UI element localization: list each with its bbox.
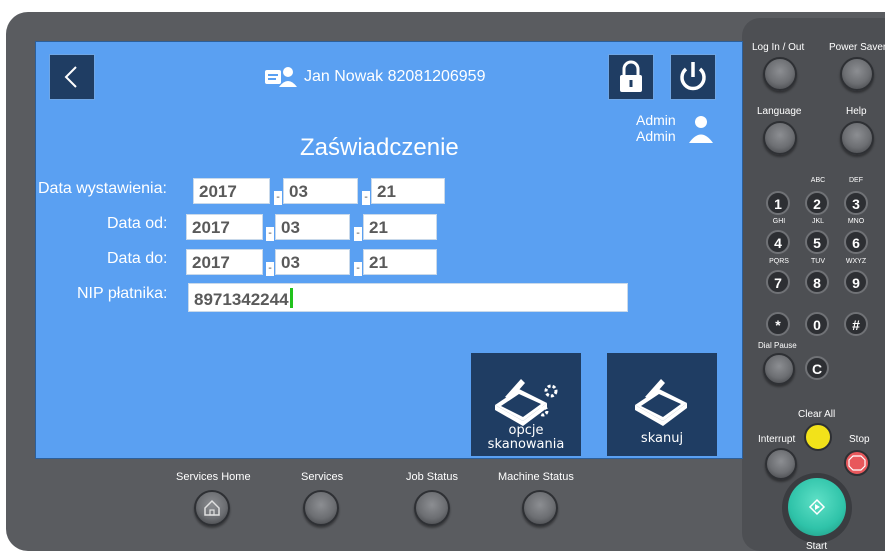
- issue-date-day-field[interactable]: 21: [371, 178, 445, 204]
- help-button[interactable]: [840, 121, 874, 155]
- power-button[interactable]: [670, 54, 716, 100]
- services-home-label: Services Home: [176, 471, 251, 483]
- dial-pause-label: Dial Pause: [758, 341, 797, 350]
- log-in-out-button[interactable]: [763, 57, 797, 91]
- power-saver-button[interactable]: [840, 57, 874, 91]
- key-clear-c[interactable]: C: [805, 356, 829, 380]
- start-icon: [808, 498, 826, 516]
- start-label: Start: [806, 541, 828, 552]
- date-from-label: Data od:: [107, 215, 168, 232]
- key-3-letters: DEF: [849, 177, 863, 184]
- separator: -: [266, 227, 274, 241]
- services-label: Services: [301, 471, 344, 483]
- services-button[interactable]: [303, 490, 339, 526]
- key-hash[interactable]: #: [844, 312, 868, 336]
- scan-options-label-line1: opcje: [508, 423, 544, 438]
- date-to-day-field[interactable]: 21: [363, 249, 437, 275]
- date-to-year-field[interactable]: 2017: [186, 249, 263, 275]
- key-4-letters: GHI: [772, 218, 786, 225]
- scan-label: skanuj: [640, 431, 684, 446]
- start-button[interactable]: [788, 478, 846, 536]
- power-icon: [680, 62, 706, 91]
- admin-line-1: Admin: [636, 112, 676, 128]
- key-9-letters: WXYZ: [845, 258, 867, 265]
- admin-user-icon: [689, 116, 713, 143]
- key-5-letters: JKL: [811, 218, 825, 225]
- key-5[interactable]: 5: [805, 230, 829, 254]
- interrupt-button[interactable]: [765, 448, 797, 480]
- stop-button[interactable]: [844, 450, 870, 476]
- key-4[interactable]: 4: [766, 230, 790, 254]
- lock-icon: [620, 60, 642, 92]
- separator: -: [362, 191, 370, 205]
- stop-label: Stop: [849, 434, 870, 445]
- scan-options-label: opcje skanowania: [471, 424, 581, 452]
- key-7[interactable]: 7: [766, 270, 790, 294]
- key-2-letters: ABC: [810, 177, 826, 184]
- nip-value: 8971342244: [194, 290, 289, 309]
- separator: -: [354, 227, 362, 241]
- clear-all-label: Clear All: [798, 409, 836, 420]
- clear-all-button[interactable]: [804, 423, 832, 451]
- date-from-month-field[interactable]: 03: [275, 214, 350, 240]
- scanner-settings-icon: [495, 379, 558, 426]
- key-2[interactable]: 2: [805, 191, 829, 215]
- scan-button[interactable]: skanuj: [607, 353, 717, 456]
- text-caret: [289, 288, 293, 308]
- key-6-letters: MNO: [847, 218, 865, 225]
- separator: -: [274, 191, 282, 205]
- date-to-label: Data do:: [107, 250, 168, 267]
- job-status-label: Job Status: [406, 471, 458, 483]
- services-home-button[interactable]: [194, 490, 230, 526]
- separator: -: [266, 262, 274, 276]
- back-button[interactable]: [49, 54, 95, 100]
- touch-screen: Jan Nowak 82081206959 Admin Admin Zaświa…: [35, 41, 743, 459]
- job-status-button[interactable]: [414, 490, 450, 526]
- user-name: Jan Nowak 82081206959: [304, 68, 486, 85]
- machine-status-label: Machine Status: [498, 471, 574, 483]
- key-3[interactable]: 3: [844, 191, 868, 215]
- separator: -: [354, 262, 362, 276]
- date-from-day-field[interactable]: 21: [363, 214, 437, 240]
- language-button[interactable]: [763, 121, 797, 155]
- scan-options-button[interactable]: opcje skanowania: [471, 353, 581, 456]
- date-to-month-field[interactable]: 03: [275, 249, 350, 275]
- user-card-icon: [265, 67, 297, 87]
- key-0[interactable]: 0: [805, 312, 829, 336]
- interrupt-label: Interrupt: [758, 434, 796, 445]
- key-star[interactable]: *: [766, 312, 790, 336]
- scanner-icon: [635, 379, 687, 426]
- date-from-year-field[interactable]: 2017: [186, 214, 263, 240]
- issue-date-label: Data wystawienia:: [38, 180, 167, 197]
- nip-label: NIP płatnika:: [77, 285, 168, 302]
- key-7-letters: PQRS: [769, 258, 789, 265]
- issue-date-year-field[interactable]: 2017: [193, 178, 270, 204]
- nip-input[interactable]: 8971342244: [188, 283, 628, 312]
- issue-date-month-field[interactable]: 03: [283, 178, 358, 204]
- admin-line-2: Admin: [636, 128, 676, 144]
- scan-options-label-line2: skanowania: [487, 437, 565, 452]
- key-8-letters: TUV: [811, 258, 825, 265]
- key-9[interactable]: 9: [844, 270, 868, 294]
- page-title: Zaświadczenie: [300, 134, 459, 161]
- help-label: Help: [846, 106, 867, 117]
- log-in-out-label: Log In / Out: [752, 42, 805, 53]
- machine-status-button[interactable]: [522, 490, 558, 526]
- home-icon: [204, 499, 220, 516]
- key-8[interactable]: 8: [805, 270, 829, 294]
- chevron-left-icon: [64, 66, 77, 88]
- dial-pause-button[interactable]: [763, 353, 795, 385]
- key-6[interactable]: 6: [844, 230, 868, 254]
- lock-button[interactable]: [608, 54, 654, 100]
- power-saver-label: Power Saver: [829, 42, 885, 53]
- stop-icon: [848, 455, 866, 471]
- language-label: Language: [757, 106, 802, 117]
- user-info: Jan Nowak 82081206959: [264, 66, 485, 88]
- key-1[interactable]: 1: [766, 191, 790, 215]
- admin-info: Admin Admin: [636, 112, 676, 144]
